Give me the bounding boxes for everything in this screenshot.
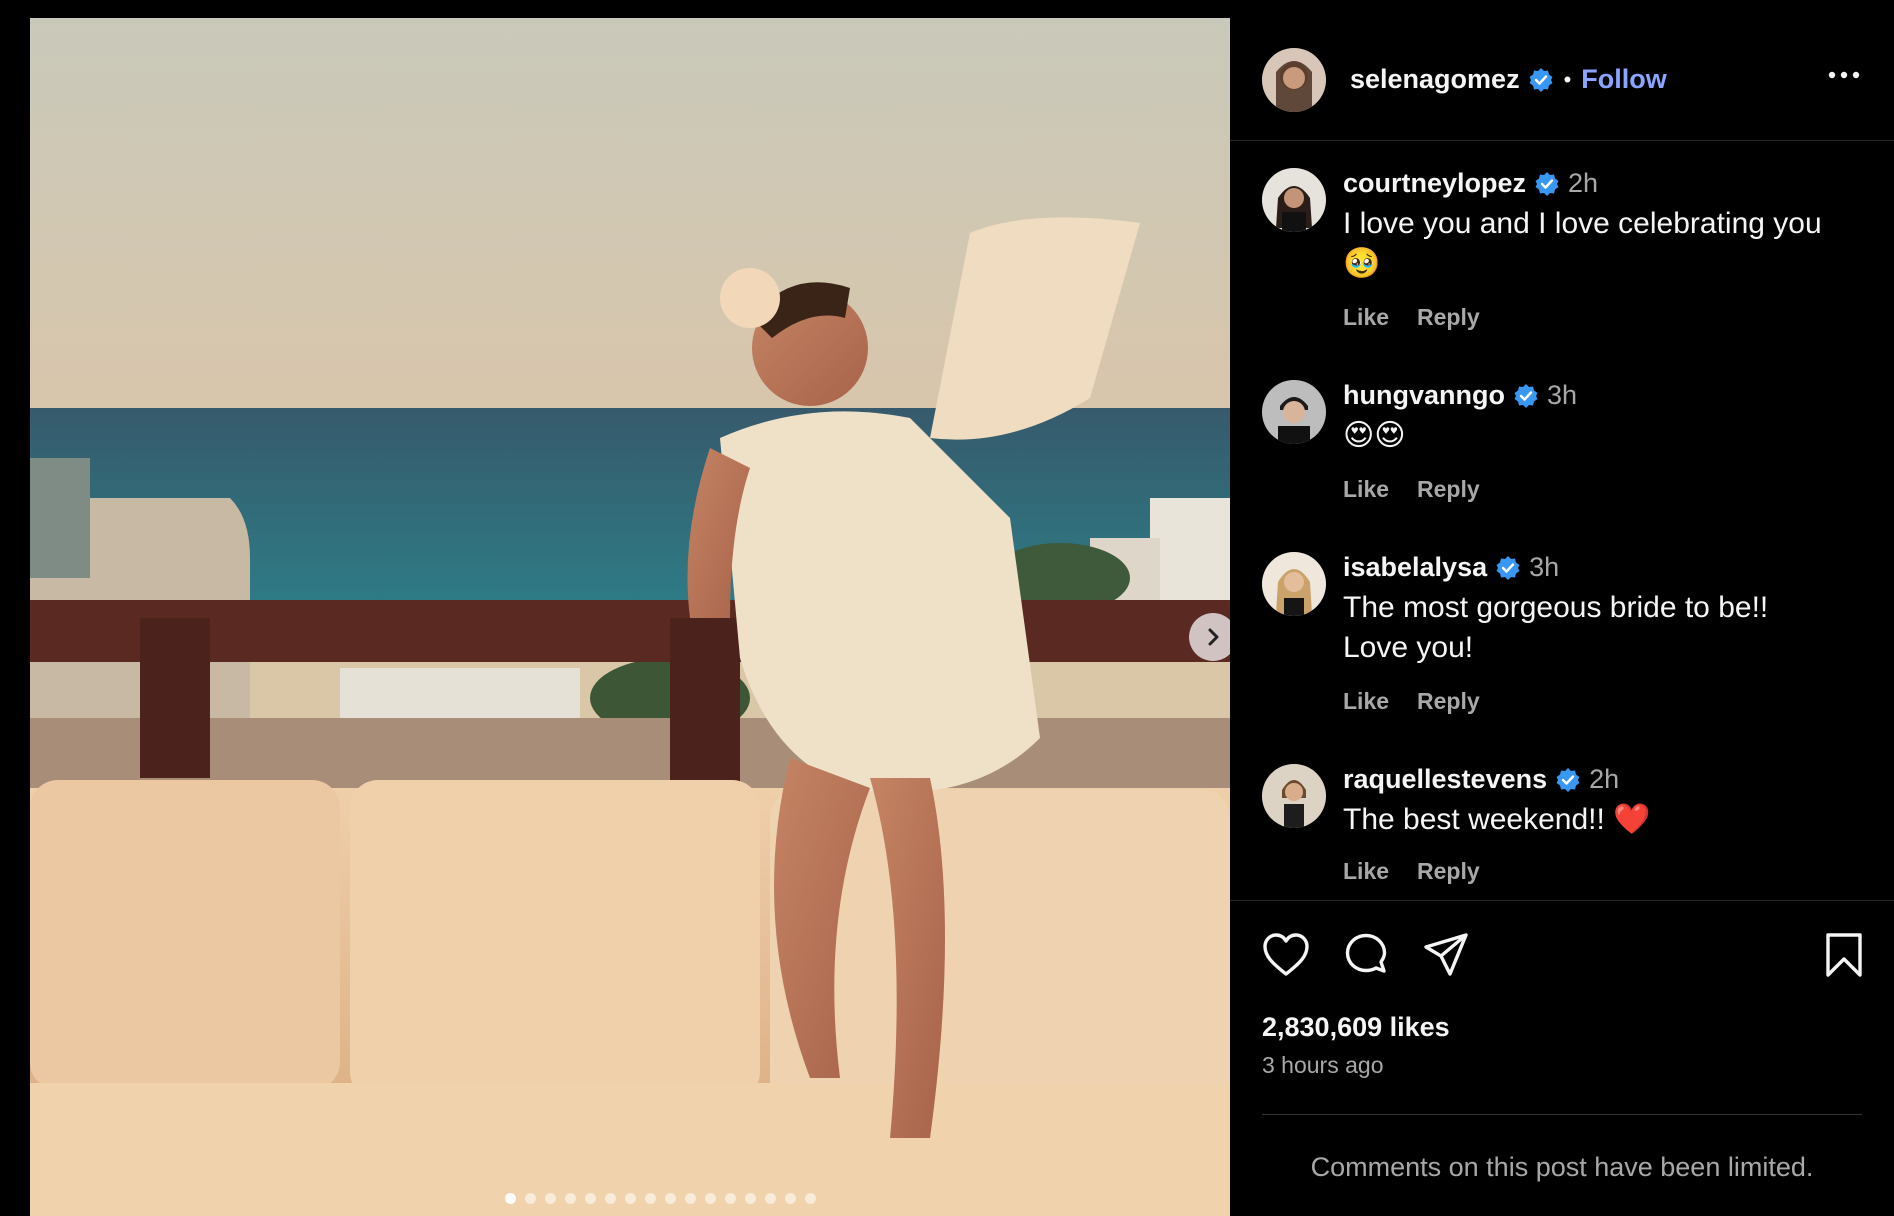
top-strip bbox=[0, 0, 1894, 18]
author-avatar[interactable] bbox=[1262, 48, 1326, 112]
carousel-dot bbox=[605, 1193, 616, 1204]
verified-badge-icon bbox=[1496, 555, 1520, 580]
post-header: selenagomez • Follow bbox=[1230, 18, 1894, 141]
comment-like-button[interactable]: Like bbox=[1343, 688, 1389, 715]
follow-button[interactable]: Follow bbox=[1581, 64, 1666, 95]
comment-like-button[interactable]: Like bbox=[1343, 476, 1389, 503]
more-options-icon[interactable] bbox=[1826, 68, 1862, 82]
post bbox=[140, 618, 210, 778]
next-slide-button[interactable] bbox=[1189, 613, 1230, 661]
comment-actions: Like Reply bbox=[1343, 304, 1480, 331]
comment-like-button[interactable]: Like bbox=[1343, 858, 1389, 885]
comment-username[interactable]: isabelalysa bbox=[1343, 552, 1487, 583]
comment-reply-button[interactable]: Reply bbox=[1417, 858, 1480, 885]
comment-time: 3h bbox=[1529, 552, 1560, 582]
carousel-dot bbox=[725, 1193, 736, 1204]
cushion bbox=[30, 780, 340, 1090]
carousel-dot bbox=[685, 1193, 696, 1204]
verified-badge-icon bbox=[1556, 767, 1580, 792]
comment-reply-button[interactable]: Reply bbox=[1417, 688, 1480, 715]
divider bbox=[1230, 900, 1894, 901]
comment-text: I love you and I love celebrating you 🥹 bbox=[1343, 207, 1822, 280]
author-row: selenagomez • Follow bbox=[1350, 64, 1667, 95]
comment-reply-button[interactable]: Reply bbox=[1417, 304, 1480, 331]
divider bbox=[1262, 1114, 1862, 1115]
verified-badge-icon bbox=[1514, 383, 1538, 408]
comment-time: 3h bbox=[1546, 380, 1578, 410]
comment-actions: Like Reply bbox=[1343, 688, 1480, 715]
comment-username[interactable]: courtneylopez bbox=[1343, 168, 1526, 199]
carousel-dot bbox=[745, 1193, 756, 1204]
bookmark-icon[interactable] bbox=[1824, 932, 1864, 978]
carousel-dot bbox=[625, 1193, 636, 1204]
scrunchie bbox=[720, 268, 780, 328]
comment-header: courtneylopez 2h bbox=[1343, 168, 1598, 199]
side-panel: selenagomez • Follow courtneylopez 2h I … bbox=[1230, 18, 1894, 1216]
comment-text: The most gorgeous bride to be!! Love you… bbox=[1343, 591, 1769, 664]
comments-limited-notice: Comments on this post have been limited. bbox=[1310, 1152, 1814, 1182]
comment-icon[interactable] bbox=[1342, 932, 1390, 980]
comment-username[interactable]: raquellestevens bbox=[1343, 764, 1547, 795]
post-timestamp[interactable]: 3 hours ago bbox=[1262, 1052, 1383, 1079]
comment-header: isabelalysa 3h bbox=[1343, 552, 1559, 583]
carousel-dots bbox=[505, 1193, 816, 1204]
comment-reply-button[interactable]: Reply bbox=[1417, 476, 1480, 503]
carousel-dot bbox=[765, 1193, 776, 1204]
comment-actions: Like Reply bbox=[1343, 476, 1480, 503]
post bbox=[670, 618, 740, 788]
carousel-dot bbox=[505, 1193, 516, 1204]
post-image[interactable] bbox=[30, 18, 1230, 1216]
author-username[interactable]: selenagomez bbox=[1350, 64, 1520, 95]
comment-text: The best weekend!! ❤️ bbox=[1343, 803, 1651, 836]
carousel-dot bbox=[805, 1193, 816, 1204]
chevron-right-icon bbox=[1208, 628, 1219, 646]
likes-count[interactable]: 2,830,609 likes bbox=[1262, 1012, 1450, 1043]
carousel-dot bbox=[565, 1193, 576, 1204]
commenter-avatar[interactable] bbox=[1262, 764, 1326, 828]
carousel-dot bbox=[785, 1193, 796, 1204]
comment-text: 😍😍 bbox=[1343, 419, 1406, 452]
carousel-dot bbox=[705, 1193, 716, 1204]
carousel-dot bbox=[645, 1193, 656, 1204]
carousel-dot bbox=[665, 1193, 676, 1204]
comment-username[interactable]: hungvanngo bbox=[1343, 380, 1505, 411]
verified-badge-icon bbox=[1535, 171, 1559, 196]
comment-time: 2h bbox=[1568, 168, 1599, 198]
commenter-avatar[interactable] bbox=[1262, 380, 1326, 444]
heart-icon[interactable] bbox=[1262, 932, 1310, 978]
comment-time: 2h bbox=[1589, 764, 1620, 794]
carousel-dot bbox=[585, 1193, 596, 1204]
commenter-avatar[interactable] bbox=[1262, 168, 1326, 232]
tower bbox=[30, 458, 90, 578]
cushion bbox=[350, 780, 760, 1100]
comment-header: raquellestevens 2h bbox=[1343, 764, 1619, 795]
photo-illustration bbox=[30, 18, 1230, 1216]
comment-actions: Like Reply bbox=[1343, 858, 1480, 885]
separator-dot: • bbox=[1563, 66, 1572, 92]
share-icon[interactable] bbox=[1422, 932, 1470, 978]
carousel-dot bbox=[525, 1193, 536, 1204]
post-viewer: selenagomez • Follow courtneylopez 2h I … bbox=[0, 0, 1894, 1216]
comment-header: hungvanngo 3h bbox=[1343, 380, 1577, 411]
commenter-avatar[interactable] bbox=[1262, 552, 1326, 616]
comment-like-button[interactable]: Like bbox=[1343, 304, 1389, 331]
verified-badge-icon bbox=[1529, 67, 1553, 92]
carousel-dot bbox=[545, 1193, 556, 1204]
